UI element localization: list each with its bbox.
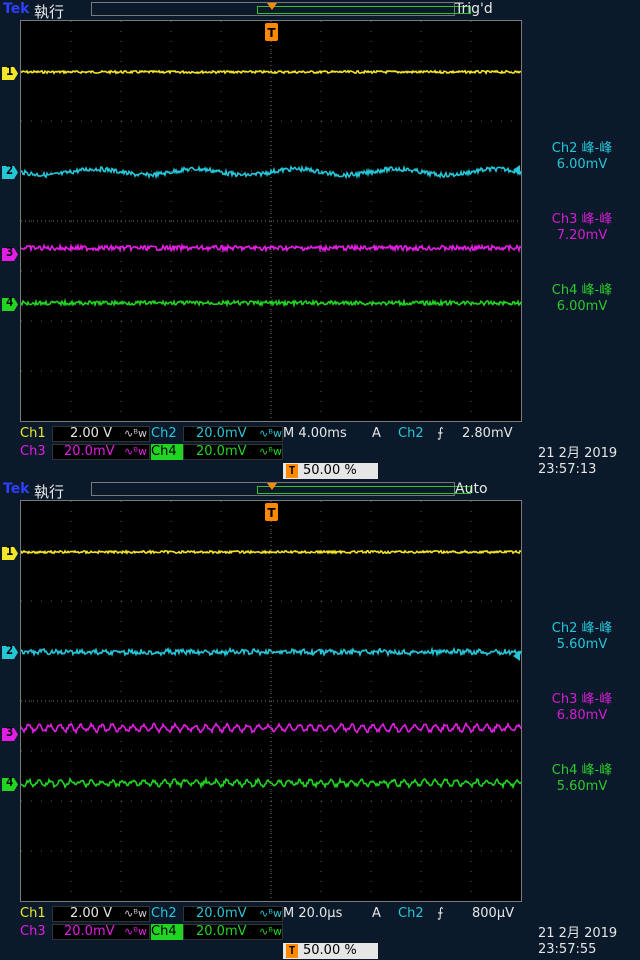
trigger-position-badge: T [286, 944, 298, 958]
time: 23:57:55 [538, 942, 597, 957]
ch4-waveform [21, 297, 522, 309]
channel-4-marker[interactable]: 4 [2, 295, 18, 311]
timebase[interactable]: M 4.00ms [283, 426, 347, 442]
trigger-position-icon [265, 0, 279, 14]
ch3-scale: 20.0mV [64, 444, 115, 459]
trigger-level-marker[interactable] [512, 646, 520, 661]
brand-logo: Tek [3, 481, 30, 497]
trigger-source[interactable]: Ch2 [398, 906, 424, 922]
ch4-label[interactable]: Ch4 [151, 444, 177, 460]
record-view-window [257, 486, 471, 494]
ch4-scale: 20.0mV [196, 924, 247, 939]
ch2-scale: 20.0mV [196, 906, 247, 921]
svg-text:T: T [267, 506, 276, 520]
trigger-level[interactable]: 800µV [472, 906, 514, 922]
ch3-waveform [21, 242, 522, 254]
settings-readout: Ch1 2.00 V ∿ᴮw Ch2 20.0mV ∿ᴮw M 4.00ms A… [0, 424, 640, 480]
ch4-label[interactable]: Ch4 [151, 924, 177, 940]
measurement-ch4: Ch4 峰-峰 5.60mV [551, 763, 613, 794]
trigger-position-value: 50.00 % [303, 463, 357, 478]
run-state: 執行 [34, 3, 65, 21]
waveform-graticule[interactable] [20, 20, 522, 422]
trigger-level-marker[interactable] [512, 160, 520, 175]
ch1-waveform [21, 69, 522, 75]
timebase[interactable]: M 20.0µs [283, 906, 342, 922]
ch2-label[interactable]: Ch2 [151, 906, 177, 922]
measurement-ch2: Ch2 峰-峰 6.00mV [551, 141, 613, 172]
trigger-position-value: 50.00 % [303, 943, 357, 958]
ch3-scale: 20.0mV [64, 924, 115, 939]
trigger-level[interactable]: 2.80mV [462, 426, 513, 442]
brand-logo: Tek [3, 1, 30, 17]
ch2-waveform [21, 646, 522, 658]
ch1-waveform [21, 549, 522, 555]
ch1-bw-icon: ∿ᴮw [124, 907, 147, 920]
channel-2-marker[interactable]: 2 [2, 163, 18, 179]
ch4-scale: 20.0mV [196, 444, 247, 459]
time: 23:57:13 [538, 462, 597, 477]
scope-screen-1: Tek 執行 Trig'd T 1 2 3 4 Ch2 峰-峰 6.00mV Ch… [0, 0, 640, 480]
trigger-status: Auto [455, 481, 488, 497]
waveform-graticule[interactable] [20, 500, 522, 902]
channel-3-marker[interactable]: 3 [2, 725, 18, 741]
measurement-ch3: Ch3 峰-峰 7.20mV [551, 212, 613, 243]
ch2-scale: 20.0mV [196, 426, 247, 441]
ch4-bw-icon: ∿ᴮw [259, 445, 282, 458]
date: 21 2月 2019 [538, 926, 618, 941]
trigger-source[interactable]: Ch2 [398, 426, 424, 442]
ch4-bw-icon: ∿ᴮw [259, 925, 282, 938]
scope-screen-2: Tek 執行 Auto T 1 2 3 4 Ch2 峰-峰 5.60mV Ch3 … [0, 480, 640, 960]
waveforms [21, 69, 522, 309]
waveforms [21, 549, 522, 790]
channel-1-marker[interactable]: 1 [2, 64, 18, 80]
ch1-scale: 2.00 V [70, 906, 112, 921]
ch2-waveform [21, 164, 522, 180]
run-state: 執行 [34, 483, 65, 501]
ch1-label[interactable]: Ch1 [20, 426, 46, 442]
date: 21 2月 2019 [538, 446, 618, 461]
trigger-position-icon [265, 480, 279, 494]
ch3-waveform [21, 721, 522, 735]
channel-4-marker[interactable]: 4 [2, 775, 18, 791]
ch1-label[interactable]: Ch1 [20, 906, 46, 922]
status-bar: Tek 執行 Trig'd [0, 0, 640, 21]
measurement-ch4: Ch4 峰-峰 6.00mV [551, 283, 613, 314]
record-view-window [257, 6, 471, 14]
channel-1-marker[interactable]: 1 [2, 544, 18, 560]
ch1-bw-icon: ∿ᴮw [124, 427, 147, 440]
trigger-mode: A [372, 906, 381, 921]
measurement-ch3: Ch3 峰-峰 6.80mV [551, 692, 613, 723]
ch3-label[interactable]: Ch3 [20, 444, 46, 460]
ch2-label[interactable]: Ch2 [151, 426, 177, 442]
settings-readout: Ch1 2.00 V ∿ᴮw Ch2 20.0mV ∿ᴮw M 20.0µs A… [0, 904, 640, 960]
rising-edge-icon: ⨍ [437, 906, 444, 921]
trigger-time-marker[interactable]: T [265, 503, 278, 521]
ch3-bw-icon: ∿ᴮw [124, 445, 147, 458]
channel-2-marker[interactable]: 2 [2, 643, 18, 659]
trigger-position-badge: T [286, 464, 298, 478]
rising-edge-icon: ⨍ [437, 426, 444, 441]
trigger-mode: A [372, 426, 381, 441]
ch2-bw-icon: ∿ᴮw [259, 427, 282, 440]
svg-text:T: T [267, 26, 276, 40]
measurement-ch2: Ch2 峰-峰 5.60mV [551, 621, 613, 652]
ch1-scale: 2.00 V [70, 426, 112, 441]
ch2-bw-icon: ∿ᴮw [259, 907, 282, 920]
channel-3-marker[interactable]: 3 [2, 245, 18, 261]
ch3-label[interactable]: Ch3 [20, 924, 46, 940]
trigger-time-marker[interactable]: T [265, 23, 278, 41]
ch4-waveform [21, 775, 522, 790]
status-bar: Tek 執行 Auto [0, 480, 640, 501]
trigger-status: Trig'd [455, 1, 493, 17]
ch3-bw-icon: ∿ᴮw [124, 925, 147, 938]
